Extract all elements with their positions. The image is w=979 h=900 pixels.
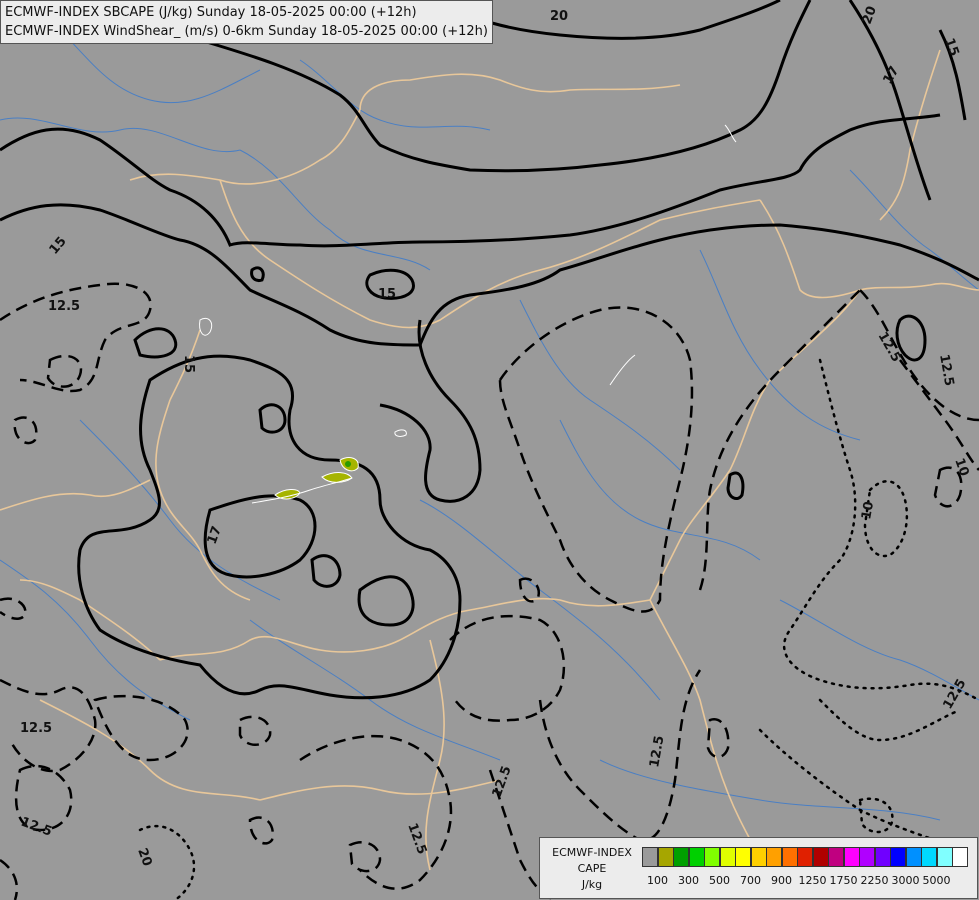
title-line-1: ECMWF-INDEX SBCAPE (J/kg) Sunday 18-05-2…	[5, 5, 417, 20]
legend-swatch	[766, 847, 782, 867]
legend-swatch	[797, 847, 813, 867]
legend-field: CAPE	[577, 862, 607, 875]
contour-label: 10	[859, 500, 877, 520]
legend-swatch	[704, 847, 720, 867]
legend-source: ECMWF-INDEX	[552, 846, 632, 859]
contour-label: 12.5	[20, 721, 52, 736]
contour-label: 12.5	[48, 299, 80, 314]
legend-swatch	[936, 847, 953, 867]
legend-tick-label: 2250	[860, 874, 889, 887]
legend-swatch	[921, 847, 937, 867]
legend-swatch	[812, 847, 829, 867]
legend-tick-label: 5000	[922, 874, 951, 887]
legend-tick-label: 100	[647, 874, 668, 887]
contour-label: 15	[378, 287, 396, 302]
legend-swatch	[642, 847, 658, 867]
cape-area-core	[345, 461, 351, 467]
legend-tick-label: 300	[678, 874, 699, 887]
legend-swatch	[735, 847, 751, 867]
legend-swatch	[952, 847, 968, 867]
legend-tick-label: 3000	[891, 874, 920, 887]
legend-swatch	[890, 847, 906, 867]
legend-swatch	[859, 847, 875, 867]
legend-tick-label: 1250	[798, 874, 827, 887]
legend-tick-label: 700	[740, 874, 761, 887]
legend-tick-label: 500	[709, 874, 730, 887]
legend-swatch	[750, 847, 767, 867]
title-line-2: ECMWF-INDEX WindShear_ (m/s) 0-6km Sunda…	[5, 24, 488, 39]
contour-label: 15	[181, 355, 196, 373]
contour-label: 20	[550, 9, 568, 24]
legend-swatch	[719, 847, 736, 867]
legend-swatch	[843, 847, 860, 867]
legend-tick-label: 900	[771, 874, 792, 887]
title-box: ECMWF-INDEX SBCAPE (J/kg) Sunday 18-05-2…	[0, 0, 493, 44]
legend-tick-label: 1750	[829, 874, 858, 887]
legend-swatch	[905, 847, 922, 867]
cape-legend: ECMWF-INDEX CAPE J/kg 100 300 500 700 900 125…	[539, 837, 978, 899]
legend-swatch	[781, 847, 798, 867]
legend-swatch	[673, 847, 689, 867]
legend-swatch	[657, 847, 674, 867]
legend-swatch	[828, 847, 844, 867]
legend-swatch	[688, 847, 705, 867]
map-canvas: 20 20 15 17 15 15 15 12.5 17 12.5 10 12.…	[0, 0, 979, 900]
legend-swatch	[874, 847, 891, 867]
legend-unit: J/kg	[581, 878, 603, 891]
map-background	[0, 0, 979, 900]
